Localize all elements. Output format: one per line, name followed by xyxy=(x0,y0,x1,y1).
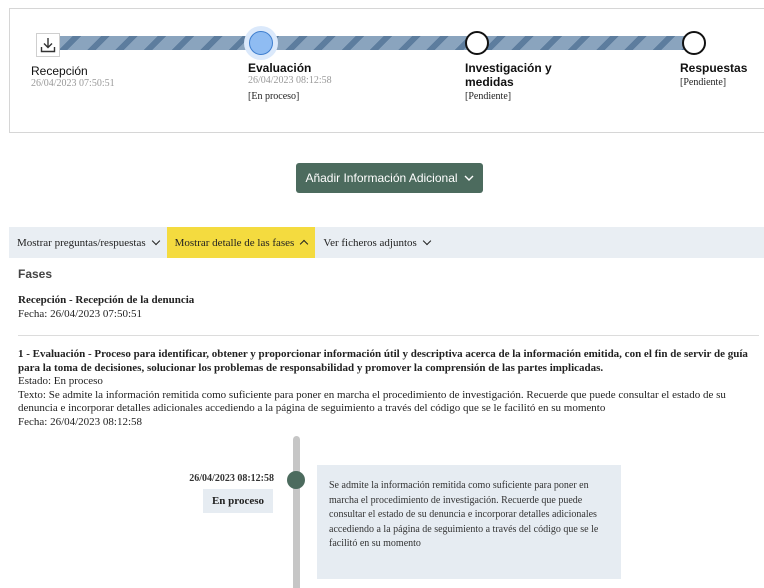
step-responses: Respuestas [Pendiente] xyxy=(680,61,747,89)
step-investigation-marker xyxy=(465,31,489,55)
detail-tabs: Mostrar preguntas/respuestas Mostrar det… xyxy=(9,227,764,258)
step-title: Respuestas xyxy=(680,61,748,75)
step-date: 26/04/2023 07:50:51 xyxy=(31,78,115,89)
step-date: 26/04/2023 08:12:58 xyxy=(248,75,332,86)
status-badge: En proceso xyxy=(203,489,273,513)
tab-label: Mostrar detalle de las fases xyxy=(174,236,295,249)
tab-label: Ver ficheros adjuntos xyxy=(323,236,417,249)
step-evaluation-marker xyxy=(249,31,273,55)
timeline-message-card: Se admite la información remitida como s… xyxy=(317,465,621,579)
step-title: Evaluación xyxy=(248,61,312,75)
tab-show-questions-answers[interactable]: Mostrar preguntas/respuestas xyxy=(9,227,167,258)
phase-heading: Recepción - Recepción de la denuncia xyxy=(18,294,195,306)
download-tray-icon xyxy=(36,33,60,57)
phase-date: Fecha: 26/04/2023 07:50:51 xyxy=(18,307,143,320)
progress-track xyxy=(53,36,703,50)
chevron-down-icon xyxy=(464,175,474,181)
add-additional-info-button[interactable]: Añadir Información Adicional xyxy=(296,163,483,193)
step-reception: Recepción 26/04/2023 07:50:51 xyxy=(31,64,115,90)
tab-view-attachments[interactable]: Ver ficheros adjuntos xyxy=(315,227,437,258)
phase-date: Fecha: 26/04/2023 08:12:58 xyxy=(18,415,143,428)
phase-state: Estado: En proceso xyxy=(18,375,103,387)
chevron-up-icon xyxy=(300,239,309,249)
step-evaluation: Evaluación 26/04/2023 08:12:58 [En proce… xyxy=(248,61,332,103)
step-status: [Pendiente] xyxy=(465,91,512,102)
phase-heading: 1 - Evaluación - Proceso para identifica… xyxy=(18,348,748,374)
chevron-down-icon xyxy=(151,236,160,246)
progress-stepper: Recepción 26/04/2023 07:50:51 Evaluación… xyxy=(9,8,764,133)
step-title-line2: medidas xyxy=(465,75,514,89)
phases-title: Fases xyxy=(18,267,53,281)
tab-label: Mostrar preguntas/respuestas xyxy=(17,236,146,249)
step-responses-marker xyxy=(682,31,706,55)
phase-text: Texto: Se admite la información remitida… xyxy=(18,388,726,415)
timeline-line xyxy=(293,436,300,588)
step-status: [En proceso] xyxy=(248,91,300,102)
phase-evaluation: 1 - Evaluación - Proceso para identifica… xyxy=(18,348,760,429)
step-status: [Pendiente] xyxy=(680,77,727,88)
divider xyxy=(18,335,759,336)
step-investigation: Investigación y medidas [Pendiente] xyxy=(465,61,552,103)
step-title: Recepción xyxy=(31,64,88,78)
tab-show-phase-details[interactable]: Mostrar detalle de las fases xyxy=(166,227,316,258)
step-title: Investigación y xyxy=(465,61,552,75)
timeline-date: 26/04/2023 08:12:58 xyxy=(189,473,274,484)
chevron-down-icon xyxy=(422,236,432,246)
timeline-dot xyxy=(287,471,305,489)
phase-reception: Recepción - Recepción de la denuncia Fec… xyxy=(18,294,758,321)
add-info-label: Añadir Información Adicional xyxy=(305,171,458,185)
